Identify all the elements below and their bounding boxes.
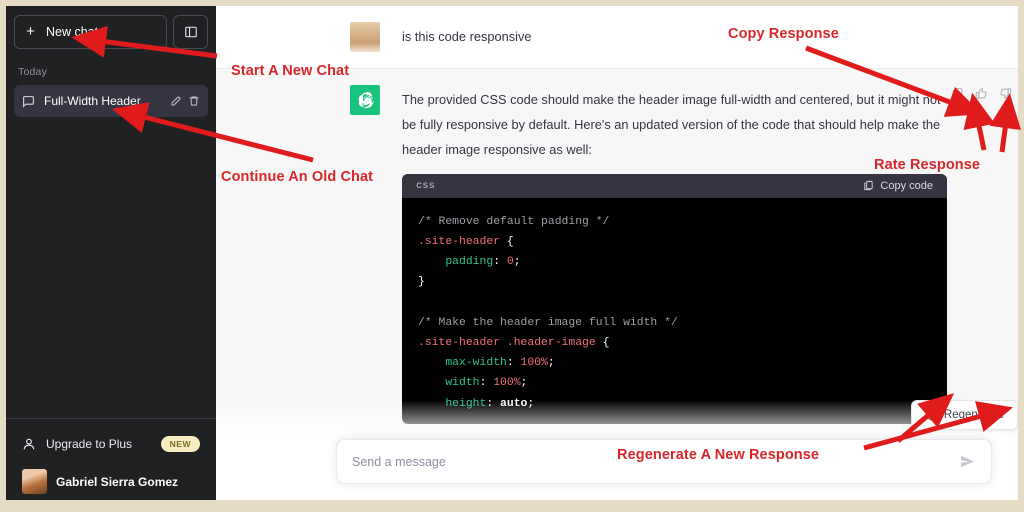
new-chat-label: New chat (46, 25, 99, 39)
assistant-message-text: The provided CSS code should make the he… (402, 92, 941, 157)
regenerate-label: Regenerate (943, 409, 1004, 421)
thumbs-down-icon[interactable] (999, 87, 1012, 100)
history-group-label: Today (18, 66, 48, 78)
sidebar-toggle-button[interactable] (173, 15, 208, 49)
new-chat-button[interactable]: + New chat (14, 15, 167, 49)
sidebar-footer: Upgrade to Plus NEW Gabriel Sierra Gomez (6, 418, 216, 500)
thumbs-up-icon[interactable] (975, 87, 988, 100)
copy-icon[interactable] (951, 87, 964, 100)
panel-left-icon (184, 26, 197, 38)
code-block-header: css Copy code (402, 173, 947, 198)
avatar (350, 85, 380, 115)
annotation-start-new-chat: Start A New Chat (231, 63, 350, 79)
clipboard-icon (864, 181, 874, 191)
code-line: .site-header .header-image { (418, 337, 610, 350)
sidebar: + New chat Today Full-Width Header Upgra… (6, 6, 216, 500)
chat-history-item-title: Full-Width Header (44, 94, 141, 108)
copy-code-label: Copy code (880, 179, 933, 192)
plus-icon: + (26, 23, 35, 40)
avatar (350, 22, 380, 52)
code-language-label: css (416, 179, 435, 192)
annotation-copy-response: Copy Response (728, 26, 839, 42)
code-line: max-width: 100%; (445, 357, 555, 370)
annotation-rate-response: Rate Response (874, 157, 981, 173)
code-line: .site-header { (418, 236, 514, 249)
code-line: padding: 0; (445, 256, 521, 269)
annotation-continue-old-chat: Continue An Old Chat (221, 169, 374, 185)
code-line: width: 100%; (445, 377, 528, 390)
sidebar-header: + New chat (6, 6, 216, 55)
avatar (22, 469, 47, 494)
edit-pencil-icon[interactable] (170, 95, 182, 107)
message-user: is this code responsive (216, 6, 1018, 68)
user-person-icon (23, 438, 35, 450)
send-arrow-icon[interactable] (959, 453, 976, 470)
chatgpt-app-window: + New chat Today Full-Width Header Upgra… (6, 6, 1018, 500)
code-block: css Copy code /* Remove default padding … (402, 173, 947, 424)
delete-trash-icon[interactable] (188, 95, 200, 107)
user-message-text: is this code responsive (402, 29, 532, 44)
copy-code-button[interactable]: Copy code (863, 180, 933, 192)
code-content: /* Remove default padding */ .site-header… (402, 198, 947, 424)
upgrade-to-plus-row[interactable]: Upgrade to Plus NEW (14, 425, 208, 463)
refresh-icon (925, 410, 936, 420)
user-name-label: Gabriel Sierra Gomez (56, 474, 179, 489)
current-user-row[interactable]: Gabriel Sierra Gomez (14, 463, 208, 500)
message-assistant: The provided CSS code should make the he… (216, 68, 1018, 441)
code-line: /* Remove default padding */ (418, 215, 610, 228)
regenerate-button[interactable]: Regenerate (910, 400, 1018, 430)
code-line: } (418, 276, 425, 289)
upgrade-label: Upgrade to Plus (46, 437, 133, 451)
chat-history-list: Today Full-Width Header (6, 55, 216, 418)
message-action-bar (951, 87, 1012, 100)
chat-bubble-icon (23, 95, 34, 108)
code-line: /* Make the header image full width */ (418, 316, 678, 329)
annotation-regenerate-new: Regenerate A New Response (617, 447, 820, 463)
conversation-panel: is this code responsive The provided CSS… (216, 6, 1018, 500)
openai-logo-icon (358, 91, 373, 108)
chat-history-item[interactable]: Full-Width Header (14, 85, 208, 117)
new-badge: NEW (160, 436, 200, 452)
